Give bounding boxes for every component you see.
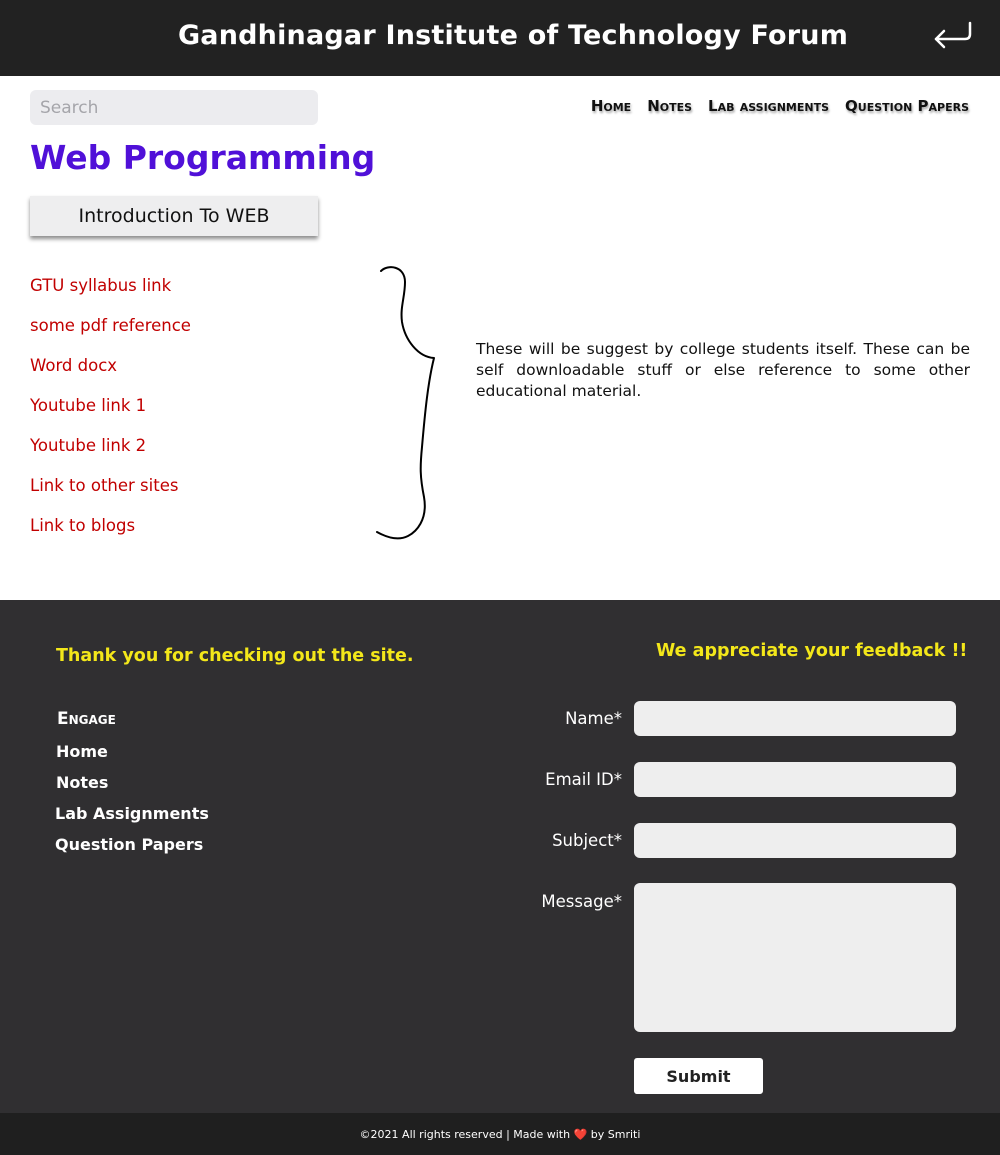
curly-brace-drawing	[376, 266, 435, 540]
list-item: Link to blogs	[30, 516, 191, 556]
footer-link-home[interactable]: Home	[56, 742, 108, 761]
thanks-message: Thank you for checking out the site.	[56, 646, 414, 666]
nav-notes[interactable]: Notes	[647, 97, 692, 115]
resource-links: GTU syllabus link some pdf reference Wor…	[30, 276, 191, 556]
resource-link-youtube-2[interactable]: Youtube link 2	[30, 436, 146, 455]
message-label: Message*	[541, 892, 622, 911]
footer-link-notes[interactable]: Notes	[56, 773, 108, 792]
feedback-title: We appreciate your feedback !!	[656, 641, 968, 661]
subject-label: Subject*	[552, 831, 622, 850]
topic-button[interactable]: Introduction To WEB	[30, 196, 318, 236]
email-label: Email ID*	[545, 770, 622, 789]
footer-link-lab-assignments[interactable]: Lab Assignments	[55, 804, 209, 823]
heart-icon: ❤️	[573, 1128, 588, 1141]
nav-lab-assignments[interactable]: Lab assignments	[708, 97, 829, 115]
copyright-prefix: ©2021 All rights reserved | Made with	[359, 1128, 571, 1141]
resource-link-word[interactable]: Word docx	[30, 356, 117, 375]
resource-link-other-sites[interactable]: Link to other sites	[30, 476, 178, 495]
resource-link-blogs[interactable]: Link to blogs	[30, 516, 135, 535]
list-item: Youtube link 1	[30, 396, 191, 436]
list-item: some pdf reference	[30, 316, 191, 356]
return-arrow-icon[interactable]	[930, 20, 974, 56]
main-nav: Home Notes Lab assignments Question Pape…	[591, 97, 969, 115]
copyright-text: ©2021 All rights reserved | Made with ❤️…	[0, 1128, 1000, 1141]
list-item: Link to other sites	[30, 476, 191, 516]
list-item: Word docx	[30, 356, 191, 396]
search-input[interactable]	[30, 90, 318, 125]
resource-link-gtu-syllabus[interactable]: GTU syllabus link	[30, 276, 171, 295]
resource-link-pdf[interactable]: some pdf reference	[30, 316, 191, 335]
list-item: GTU syllabus link	[30, 276, 191, 316]
email-field[interactable]	[634, 762, 956, 797]
resource-link-youtube-1[interactable]: Youtube link 1	[30, 396, 146, 415]
site-title: Gandhinagar Institute of Technology Foru…	[177, 20, 849, 51]
list-item: Youtube link 2	[30, 436, 191, 476]
message-field[interactable]	[634, 883, 956, 1032]
name-field[interactable]	[634, 701, 956, 736]
subject-field[interactable]	[634, 823, 956, 858]
name-label: Name*	[565, 709, 622, 728]
nav-question-papers[interactable]: Question Papers	[845, 97, 969, 115]
page-title: Web Programming	[30, 138, 376, 177]
footer-link-question-papers[interactable]: Question Papers	[55, 835, 203, 854]
copyright-suffix: by Smriti	[590, 1128, 641, 1141]
nav-home[interactable]: Home	[591, 97, 631, 115]
suggestion-note: These will be suggest by college student…	[476, 340, 970, 400]
submit-button[interactable]: Submit	[634, 1058, 763, 1094]
engage-heading: Engage	[57, 709, 116, 729]
